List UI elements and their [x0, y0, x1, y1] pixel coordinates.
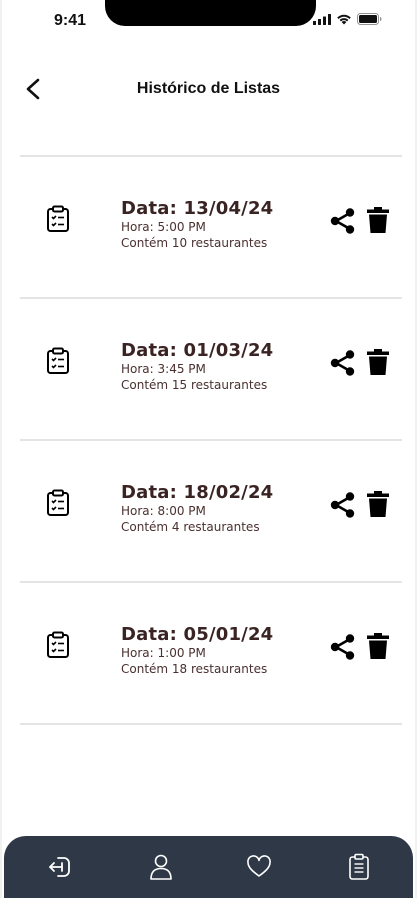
list-time: Hora: 1:00 PM: [121, 646, 206, 660]
list-item[interactable]: Data: 18/02/24 Hora: 8:00 PM Contém 4 re…: [20, 441, 402, 581]
list-info: Data: 01/03/24 Hora: 3:45 PM Contém 15 r…: [121, 341, 273, 393]
share-icon[interactable]: [329, 349, 357, 377]
history-screen: 9:41 Histórico de Listas Data: 13/04/24 …: [0, 0, 417, 898]
list-count: Contém 4 restaurantes: [121, 520, 260, 534]
list-info: Data: 13/04/24 Hora: 5:00 PM Contém 10 r…: [121, 199, 273, 251]
history-list: Data: 13/04/24 Hora: 5:00 PM Contém 10 r…: [20, 155, 402, 725]
list-item[interactable]: Data: 01/03/24 Hora: 3:45 PM Contém 15 r…: [20, 299, 402, 439]
status-time: 9:41: [54, 12, 87, 29]
list-time: Hora: 3:45 PM: [121, 362, 206, 376]
list-count: Contém 10 restaurantes: [121, 236, 268, 250]
list-count: Contém 18 restaurantes: [121, 662, 268, 676]
status-icons: [313, 13, 382, 25]
user-icon: [150, 854, 172, 880]
list-info: Data: 05/01/24 Hora: 1:00 PM Contém 18 r…: [121, 625, 273, 677]
wifi-icon: [337, 14, 351, 25]
list-date: Data: 01/03/24: [121, 340, 274, 361]
bottom-nav: [4, 836, 413, 898]
clipboard-list-icon: [47, 489, 69, 516]
list-item[interactable]: Data: 13/04/24 Hora: 5:00 PM Contém 10 r…: [20, 157, 402, 297]
clipboard-list-icon: [47, 347, 69, 374]
trash-icon[interactable]: [366, 348, 390, 376]
nav-favorites[interactable]: [245, 852, 273, 882]
nav-profile[interactable]: [147, 852, 175, 882]
list-count: Contém 15 restaurantes: [121, 378, 268, 392]
clipboard-list-icon: [47, 631, 69, 658]
list-info: Data: 18/02/24 Hora: 8:00 PM Contém 4 re…: [121, 483, 273, 535]
list-time: Hora: 5:00 PM: [121, 220, 206, 234]
share-icon[interactable]: [329, 491, 357, 519]
nav-logout[interactable]: [46, 852, 74, 882]
share-icon[interactable]: [329, 633, 357, 661]
trash-icon[interactable]: [366, 632, 390, 660]
list-date: Data: 18/02/24: [121, 482, 274, 503]
logout-icon: [49, 857, 70, 877]
list-date: Data: 05/01/24: [121, 624, 274, 645]
nav-lists[interactable]: [345, 852, 373, 882]
trash-icon[interactable]: [366, 490, 390, 518]
share-icon[interactable]: [329, 207, 357, 235]
battery-icon: [357, 13, 382, 25]
signal-icon: [313, 13, 331, 25]
device-notch: [105, 0, 316, 26]
trash-icon[interactable]: [366, 206, 390, 234]
clipboard-list-icon: [47, 205, 69, 232]
divider: [20, 723, 402, 725]
clipboard-icon: [349, 853, 369, 880]
list-item[interactable]: Data: 05/01/24 Hora: 1:00 PM Contém 18 r…: [20, 583, 402, 723]
page-title: Histórico de Listas: [136, 80, 281, 97]
list-date: Data: 13/04/24: [121, 198, 274, 219]
list-time: Hora: 8:00 PM: [121, 504, 206, 518]
heart-icon: [247, 855, 271, 877]
